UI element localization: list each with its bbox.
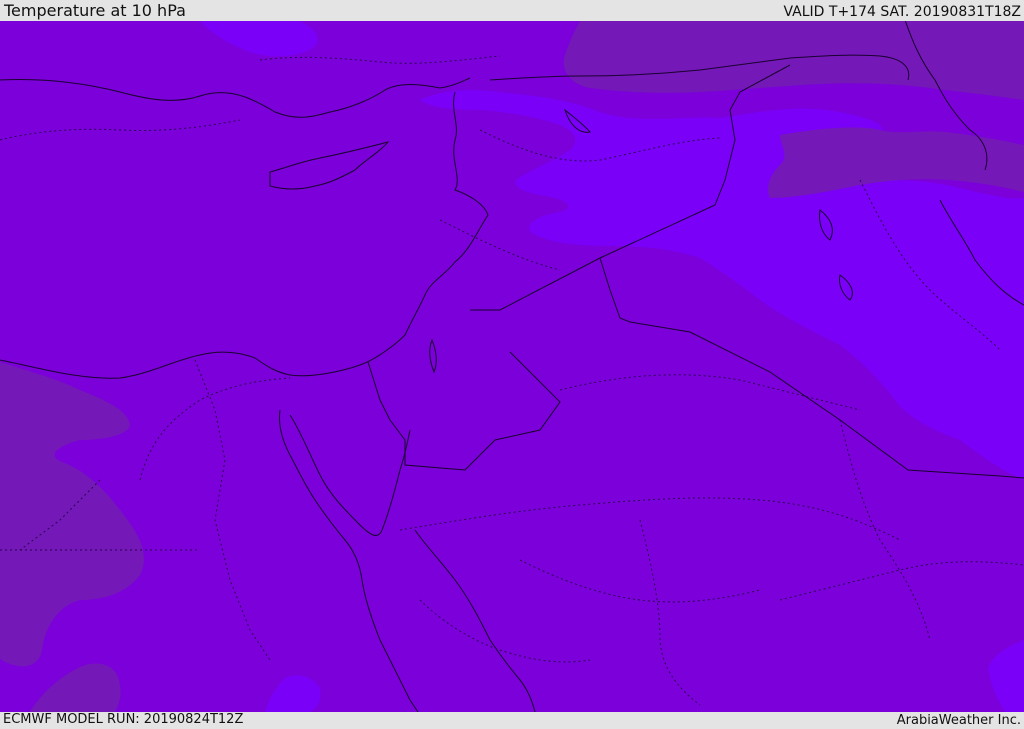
model-run-label: ECMWF MODEL RUN: 20190824T12Z [3,712,244,727]
header-bar: Temperature at 10 hPa VALID T+174 SAT. 2… [0,0,1024,21]
temperature-map [0,21,1024,712]
map-canvas [0,21,1024,712]
credit-label: ArabiaWeather Inc. [896,713,1021,728]
map-title: Temperature at 10 hPa [4,1,186,20]
weather-map-frame: Temperature at 10 hPa VALID T+174 SAT. 2… [0,0,1024,729]
valid-time-label: VALID T+174 SAT. 20190831T18Z [783,4,1021,20]
footer-bar: ECMWF MODEL RUN: 20190824T12Z ArabiaWeat… [0,712,1024,729]
